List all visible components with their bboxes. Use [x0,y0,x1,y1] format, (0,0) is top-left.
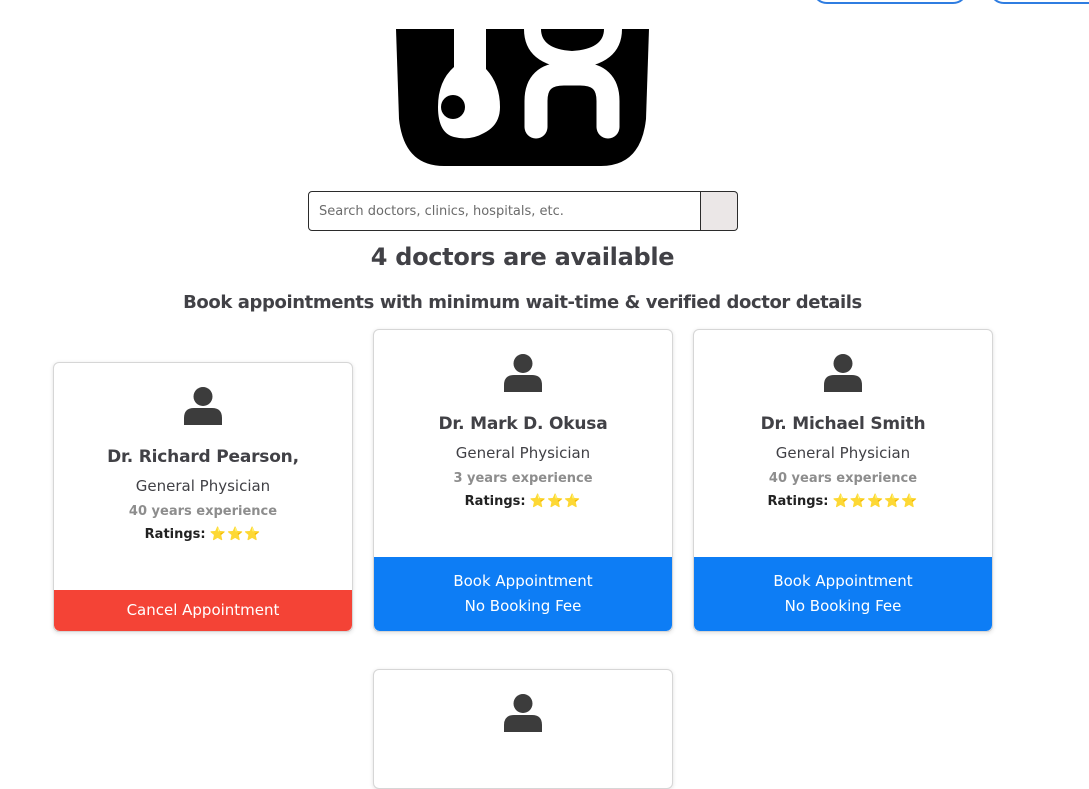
doctor-rating: Ratings: ⭐⭐⭐ [374,494,672,509]
user-avatar-icon [504,354,542,392]
doctor-card [373,669,673,789]
page-subtitle: Book appointments with minimum wait-time… [183,292,862,313]
doctor-count-heading: 4 doctors are available [370,243,675,271]
top-nav-button-1[interactable] [812,0,968,4]
doctor-experience: 3 years experience [453,471,593,486]
book-appointment-button[interactable]: Book Appointment No Booking Fee [374,557,672,631]
doctor-rating: Ratings: ⭐⭐⭐ [54,527,352,542]
doctor-specialty: General Physician [775,444,911,462]
doctor-name: Dr. Michael Smith [760,414,926,434]
star-icon: ⭐⭐⭐⭐⭐ [832,494,919,509]
search-button[interactable] [701,191,738,231]
top-nav-button-2[interactable] [989,0,1089,4]
doctor-specialty: General Physician [455,444,591,462]
booking-fee-label: No Booking Fee [784,597,902,615]
user-avatar-icon [504,694,542,732]
ratings-label: Ratings: [767,494,829,509]
doctor-experience: 40 years experience [128,504,278,519]
doctor-card: Dr. Michael Smith General Physician 40 y… [693,329,993,632]
ratings-label: Ratings: [144,527,206,542]
doctor-name: Dr. Mark D. Okusa [438,414,608,434]
book-appointment-label: Book Appointment [773,572,913,590]
search-input[interactable] [308,191,701,231]
doctor-name: Dr. Richard Pearson, [107,447,299,467]
user-avatar-icon [184,387,222,425]
booking-fee-label: No Booking Fee [464,597,582,615]
cancel-appointment-button[interactable]: Cancel Appointment [54,590,352,631]
star-icon: ⭐⭐⭐ [209,527,262,542]
doctor-experience: 40 years experience [768,471,918,486]
book-appointment-button[interactable]: Book Appointment No Booking Fee [694,557,992,631]
user-avatar-icon [824,354,862,392]
doctor-specialty: General Physician [135,477,271,495]
doctor-card: Dr. Richard Pearson, General Physician 4… [53,362,353,632]
doctor-card: Dr. Mark D. Okusa General Physician 3 ye… [373,329,673,632]
star-icon: ⭐⭐⭐ [529,494,582,509]
cancel-appointment-label: Cancel Appointment [126,601,280,619]
book-appointment-label: Book Appointment [453,572,593,590]
stethoscope-logo-icon [396,29,649,166]
ratings-label: Ratings: [464,494,526,509]
search-bar [308,191,738,231]
doctor-rating: Ratings: ⭐⭐⭐⭐⭐ [694,494,992,509]
